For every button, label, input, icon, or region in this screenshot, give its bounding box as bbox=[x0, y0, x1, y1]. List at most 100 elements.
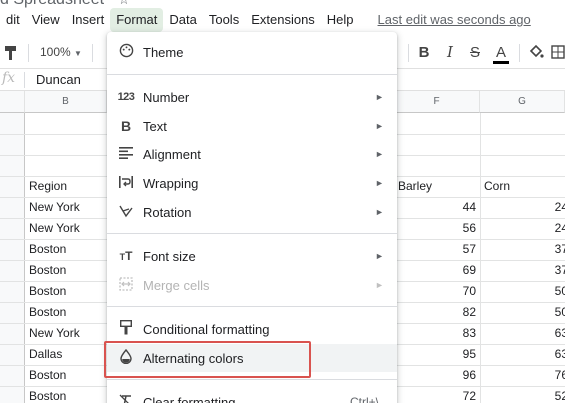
cell-region[interactable]: New York bbox=[25, 197, 107, 218]
select-all-corner[interactable] bbox=[0, 91, 25, 113]
column-header-g[interactable]: G bbox=[480, 91, 565, 113]
column-header-f[interactable]: F bbox=[394, 91, 480, 113]
toolbar-divider bbox=[408, 44, 409, 62]
menu-item-label: Clear formatting bbox=[143, 394, 236, 403]
menu-view[interactable]: View bbox=[26, 8, 66, 32]
cell-corn[interactable]: 50 bbox=[480, 281, 565, 302]
menu-item-alignment[interactable]: Alignment ► bbox=[107, 140, 397, 168]
cell-barley[interactable]: 44 bbox=[394, 197, 480, 218]
menu-item-label: Wrapping bbox=[143, 175, 199, 191]
text-rotation-icon bbox=[107, 204, 143, 221]
cell-region[interactable]: Boston bbox=[25, 239, 107, 260]
cell-region[interactable]: Boston bbox=[25, 302, 107, 323]
last-edit-link[interactable]: Last edit was seconds ago bbox=[378, 8, 531, 32]
cell-corn[interactable]: 37 bbox=[480, 239, 565, 260]
chevron-down-icon: ▼ bbox=[74, 49, 82, 58]
chevron-right-icon: ► bbox=[375, 149, 384, 159]
cell-corn[interactable]: 52 bbox=[480, 386, 565, 403]
zoom-select[interactable]: 100% ▼ bbox=[36, 37, 84, 68]
shortcut-label: Ctrl+\ bbox=[349, 395, 379, 403]
menu-item-rotation[interactable]: Rotation ► bbox=[107, 198, 397, 226]
cell-region[interactable]: New York bbox=[25, 323, 107, 344]
formula-divider bbox=[24, 72, 25, 88]
menu-item-theme[interactable]: Theme bbox=[107, 38, 397, 66]
formula-input[interactable]: Duncan bbox=[36, 72, 81, 87]
cell-barley[interactable]: 83 bbox=[394, 323, 480, 344]
cell-region[interactable]: Boston bbox=[25, 386, 107, 403]
borders-icon[interactable] bbox=[550, 37, 565, 68]
chevron-right-icon: ► bbox=[375, 178, 384, 188]
cell-corn[interactable]: 24 bbox=[480, 218, 565, 239]
cell-barley-header[interactable]: Barley bbox=[394, 176, 480, 197]
cell-corn[interactable]: 50 bbox=[480, 302, 565, 323]
menu-item-conditional-formatting[interactable]: Conditional formatting bbox=[107, 315, 397, 343]
cell-barley[interactable]: 57 bbox=[394, 239, 480, 260]
column-header-b[interactable]: B bbox=[25, 91, 107, 113]
menu-item-label: Text bbox=[143, 118, 167, 134]
align-left-icon bbox=[107, 146, 143, 162]
format-clear-icon bbox=[107, 394, 143, 403]
strikethrough-button[interactable]: S bbox=[465, 37, 485, 68]
menu-item-label: Rotation bbox=[143, 204, 192, 220]
cell-barley[interactable]: 95 bbox=[394, 344, 480, 365]
menu-insert[interactable]: Insert bbox=[66, 8, 111, 32]
bold-icon: B bbox=[120, 118, 132, 134]
menu-format[interactable]: Format bbox=[110, 8, 164, 32]
paint-format-icon[interactable] bbox=[0, 37, 22, 68]
merge-cells-icon bbox=[107, 276, 143, 294]
menu-item-number[interactable]: 123 Number ► bbox=[107, 83, 397, 111]
menu-extensions[interactable]: Extensions bbox=[245, 8, 321, 32]
document-title[interactable]: d Spreadsheet ☆ bbox=[0, 0, 130, 8]
document-title-text[interactable]: d Spreadsheet bbox=[0, 0, 104, 8]
menu-data[interactable]: Data bbox=[163, 8, 202, 32]
zoom-value: 100% bbox=[40, 45, 71, 59]
cell-barley[interactable]: 82 bbox=[394, 302, 480, 323]
menu-tools[interactable]: Tools bbox=[203, 8, 245, 32]
row-headers[interactable] bbox=[0, 113, 25, 403]
menu-divider bbox=[107, 379, 397, 380]
menu-edit[interactable]: dit bbox=[0, 8, 26, 32]
cell-corn[interactable]: 63 bbox=[480, 344, 565, 365]
italic-button[interactable]: I bbox=[440, 37, 460, 68]
cell-corn[interactable]: 63 bbox=[480, 323, 565, 344]
cell-region[interactable]: Boston bbox=[25, 365, 107, 386]
cell-barley[interactable]: 96 bbox=[394, 365, 480, 386]
menu-item-label: Alignment bbox=[143, 146, 201, 162]
chevron-right-icon: ► bbox=[375, 280, 384, 290]
bold-button[interactable]: B bbox=[414, 37, 434, 68]
number-format-icon: 123 bbox=[117, 91, 135, 103]
menu-item-clear-formatting[interactable]: Clear formatting Ctrl+\ bbox=[107, 388, 397, 403]
cell-barley[interactable]: 56 bbox=[394, 218, 480, 239]
menu-item-label: Merge cells bbox=[143, 277, 210, 293]
cell-region[interactable]: Boston bbox=[25, 260, 107, 281]
cell-corn[interactable]: 37 bbox=[480, 260, 565, 281]
menu-help[interactable]: Help bbox=[321, 8, 360, 32]
cell-region[interactable]: Boston bbox=[25, 281, 107, 302]
cell-corn[interactable]: 76 bbox=[480, 365, 565, 386]
menu-item-merge-cells: Merge cells ► bbox=[107, 271, 397, 299]
cell-corn-header[interactable]: Corn bbox=[480, 176, 565, 197]
chevron-right-icon: ► bbox=[375, 92, 384, 102]
menu-item-label: Font size bbox=[143, 248, 196, 264]
menu-item-wrapping[interactable]: Wrapping ► bbox=[107, 169, 397, 197]
text-color-bar bbox=[493, 61, 509, 64]
highlight-annotation bbox=[104, 341, 311, 378]
cell-region[interactable]: Dallas bbox=[25, 344, 107, 365]
cell-region-header[interactable]: Region bbox=[25, 176, 107, 197]
menu-bar: dit View Insert Format Data Tools Extens… bbox=[0, 8, 565, 32]
palette-icon bbox=[107, 43, 143, 61]
cell-barley[interactable]: 70 bbox=[394, 281, 480, 302]
cell-barley[interactable]: 69 bbox=[394, 260, 480, 281]
cell-barley[interactable]: 72 bbox=[394, 386, 480, 403]
menu-divider bbox=[107, 233, 397, 234]
text-color-button[interactable]: A bbox=[490, 37, 512, 68]
menu-item-font-size[interactable]: TT Font size ► bbox=[107, 242, 397, 270]
paint-roller-icon bbox=[107, 319, 143, 338]
star-icon[interactable]: ☆ bbox=[118, 0, 130, 7]
menu-item-text[interactable]: B Text ► bbox=[107, 112, 397, 140]
cell-corn[interactable]: 24 bbox=[480, 197, 565, 218]
toolbar-divider bbox=[92, 44, 93, 62]
font-size-icon: TT bbox=[119, 249, 133, 263]
cell-region[interactable]: New York bbox=[25, 218, 107, 239]
fill-color-icon[interactable] bbox=[526, 37, 546, 68]
